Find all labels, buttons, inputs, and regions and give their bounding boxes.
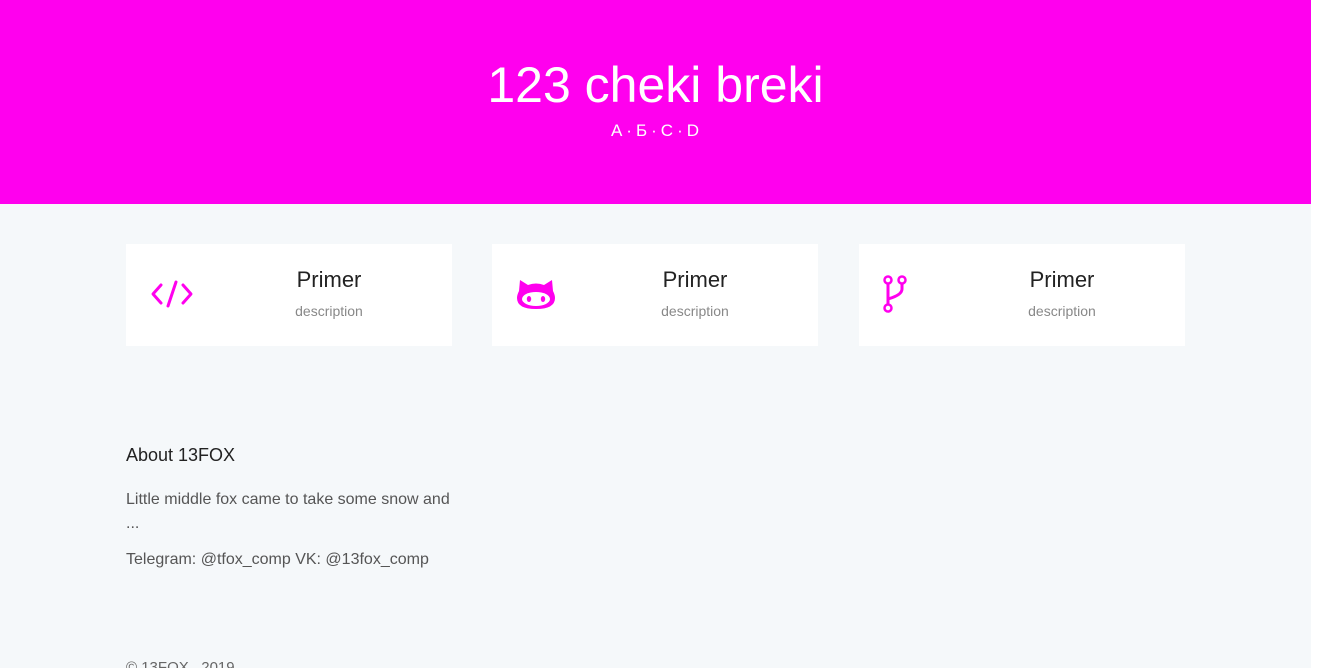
hero-header: 123 cheki breki А · Б · С · D <box>0 0 1311 204</box>
about-title: About 13FOX <box>126 445 236 465</box>
nav-link-d[interactable]: D <box>687 121 700 140</box>
feature-cards: Primer description Primer description Pr… <box>126 244 1185 346</box>
github-octocat-icon <box>516 270 564 318</box>
about-description: Little middle fox came to take some snow… <box>126 491 450 532</box>
card-title: Primer <box>296 267 362 292</box>
card-description: description <box>295 303 363 319</box>
feature-card[interactable]: Primer description <box>492 244 818 346</box>
about-contacts: Telegram: @tfox_comp VK: @13fox_comp <box>126 551 429 568</box>
page: 123 cheki breki А · Б · С · D Primer descripti… <box>0 0 1311 668</box>
nav-link-c[interactable]: С <box>661 121 674 140</box>
card-text: Primer description <box>206 266 452 320</box>
nav-separator: · <box>626 121 633 140</box>
footer-copyright: © 13FOX , 2019 <box>126 659 235 668</box>
nav-link-b[interactable]: Б <box>636 121 648 140</box>
nav-separator: · <box>651 121 658 140</box>
card-description: description <box>1028 303 1096 319</box>
card-title: Primer <box>1029 267 1095 292</box>
scrollbar-gutter <box>1311 0 1326 668</box>
site-title: 123 cheki breki <box>487 57 824 113</box>
about-section: About 13FOX Little middle fox came to ta… <box>126 444 466 584</box>
card-description: description <box>661 303 729 319</box>
nav-separator: · <box>677 121 684 140</box>
feature-card[interactable]: Primer description <box>859 244 1185 346</box>
git-branch-icon <box>881 270 929 318</box>
card-text: Primer description <box>939 266 1185 320</box>
card-title: Primer <box>662 267 728 292</box>
code-icon <box>150 270 198 318</box>
card-text: Primer description <box>572 266 818 320</box>
hero-nav: А · Б · С · D <box>0 120 1311 142</box>
feature-card[interactable]: Primer description <box>126 244 452 346</box>
nav-link-a[interactable]: А <box>611 121 623 140</box>
